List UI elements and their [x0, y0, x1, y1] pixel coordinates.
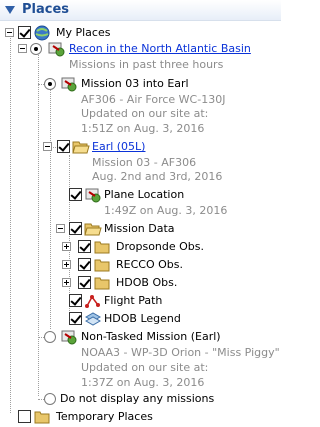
- recon-radio[interactable]: [30, 43, 42, 55]
- collapse-toggle[interactable]: [56, 224, 65, 233]
- folder-icon: [34, 411, 50, 424]
- non-tasked-radio[interactable]: [44, 331, 56, 343]
- tree-item-recco[interactable]: RECCO Obs.: [0, 257, 281, 273]
- collapse-toggle[interactable]: [43, 142, 52, 151]
- mission-03-radio[interactable]: [44, 78, 56, 90]
- globe-icon: [34, 25, 50, 41]
- flight-path-checkbox[interactable]: [69, 294, 82, 307]
- tree-item-recon[interactable]: Recon in the North Atlantic Basin: [0, 41, 281, 57]
- dropsonde-label: Dropsonde Obs.: [116, 240, 205, 253]
- my-places-label: My Places: [56, 26, 111, 39]
- expand-toggle[interactable]: [62, 260, 71, 269]
- hdob-legend-checkbox[interactable]: [69, 312, 82, 325]
- dropsonde-checkbox[interactable]: [78, 240, 91, 253]
- recco-label: RECCO Obs.: [116, 258, 183, 271]
- flight-path-label: Flight Path: [104, 294, 163, 307]
- tree-item-mission-03[interactable]: Mission 03 into Earl: [0, 76, 281, 92]
- recon-link[interactable]: Recon in the North Atlantic Basin: [69, 42, 251, 55]
- earl-checkbox[interactable]: [57, 140, 70, 153]
- non-tasked-time: 1:37Z on Aug. 3, 2016: [81, 376, 205, 389]
- folder-open-icon: [84, 223, 102, 236]
- folder-icon: [94, 277, 110, 290]
- network-link-icon: [61, 330, 77, 345]
- mission-03-aircraft: AF306 - Air Force WC-130J: [81, 93, 226, 106]
- hdob-legend-label: HDOB Legend: [104, 312, 181, 325]
- my-places-checkbox[interactable]: [18, 26, 31, 39]
- tree-item-temporary-places[interactable]: Temporary Places: [0, 409, 281, 425]
- plane-location-time: 1:49Z on Aug. 3, 2016: [104, 204, 228, 217]
- mission-03-label: Mission 03 into Earl: [81, 77, 189, 90]
- non-tasked-label: Non-Tasked Mission (Earl): [81, 330, 221, 343]
- earl-mission: Mission 03 - AF306: [92, 156, 197, 169]
- tree-item-hdob-legend[interactable]: HDOB Legend: [0, 311, 281, 327]
- expand-toggle[interactable]: [62, 278, 71, 287]
- hdob-label: HDOB Obs.: [116, 276, 178, 289]
- non-tasked-aircraft: NOAA3 - WP-3D Orion - "Miss Piggy": [81, 346, 280, 359]
- tree-item-flight-path[interactable]: Flight Path: [0, 293, 281, 309]
- earl-dates: Aug. 2nd and 3rd, 2016: [92, 170, 223, 183]
- plane-location-label: Plane Location: [104, 188, 185, 201]
- temporary-places-checkbox[interactable]: [18, 410, 31, 423]
- collapse-toggle[interactable]: [18, 44, 27, 53]
- flight-path-icon: [85, 295, 100, 308]
- tree-item-plane-location[interactable]: Plane Location: [0, 187, 281, 203]
- recon-subtitle: Missions in past three hours: [69, 58, 224, 71]
- mission-data-label: Mission Data: [104, 222, 175, 235]
- tree-item-dropsonde[interactable]: Dropsonde Obs.: [0, 239, 281, 255]
- mission-data-checkbox[interactable]: [69, 222, 82, 235]
- mission-03-updated: Updated on our site at:: [81, 107, 209, 120]
- places-tree: My Places Recon in the North Atlantic Ba…: [0, 21, 281, 427]
- tree-item-my-places[interactable]: My Places: [0, 25, 281, 41]
- tree-item-hdob[interactable]: HDOB Obs.: [0, 275, 281, 291]
- hdob-checkbox[interactable]: [78, 276, 91, 289]
- earl-link[interactable]: Earl (05L): [92, 140, 145, 153]
- legend-overlay-icon: [84, 312, 102, 326]
- expand-toggle[interactable]: [62, 242, 71, 251]
- places-header[interactable]: Places: [0, 0, 281, 21]
- plane-location-checkbox[interactable]: [69, 188, 82, 201]
- temporary-places-label: Temporary Places: [56, 410, 153, 423]
- recco-checkbox[interactable]: [78, 258, 91, 271]
- collapse-arrow-icon[interactable]: [5, 6, 15, 14]
- non-tasked-updated: Updated on our site at:: [81, 361, 209, 374]
- tree-item-earl[interactable]: Earl (05L): [0, 139, 281, 155]
- no-display-label: Do not display any missions: [60, 392, 215, 405]
- collapse-toggle[interactable]: [5, 28, 14, 37]
- folder-icon: [94, 241, 110, 254]
- tree-item-mission-data[interactable]: Mission Data: [0, 221, 281, 237]
- panel-title: Places: [22, 2, 70, 17]
- tree-item-no-display[interactable]: Do not display any missions: [0, 391, 281, 407]
- network-link-icon: [48, 42, 65, 57]
- network-link-icon: [85, 188, 101, 203]
- folder-open-icon: [72, 141, 90, 154]
- tree-item-non-tasked[interactable]: Non-Tasked Mission (Earl): [0, 329, 281, 345]
- no-display-radio[interactable]: [44, 393, 56, 405]
- mission-03-time: 1:51Z on Aug. 3, 2016: [81, 122, 205, 135]
- network-link-icon: [61, 77, 77, 92]
- folder-icon: [94, 259, 110, 272]
